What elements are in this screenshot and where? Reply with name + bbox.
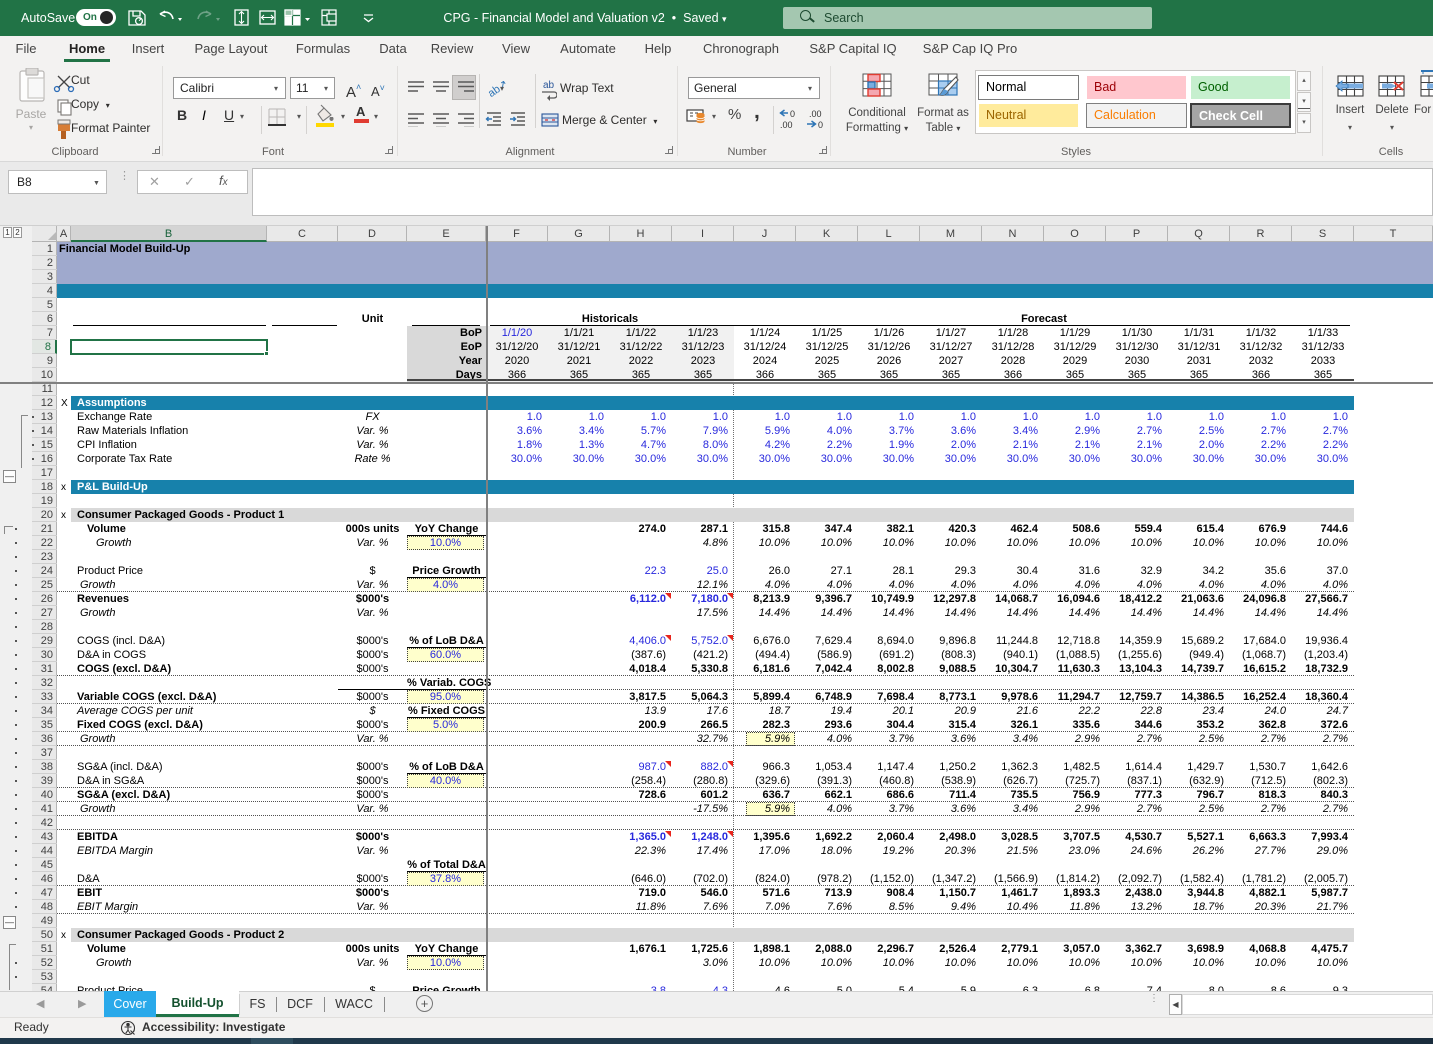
svg-text:0: 0 [818, 120, 823, 130]
svg-text:0: 0 [790, 109, 795, 119]
svg-text:.00: .00 [780, 120, 793, 130]
svg-text:.00: .00 [809, 109, 822, 119]
